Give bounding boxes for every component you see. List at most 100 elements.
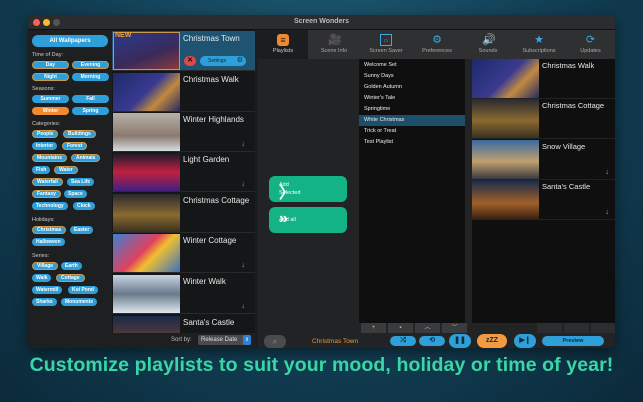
wallpaper-item[interactable]: NEW Christmas Town ✕ Settings ⚙	[112, 31, 255, 71]
tag-halloween[interactable]: Halloween	[32, 238, 65, 246]
wallpaper-item[interactable]: Christmas Walk	[112, 72, 255, 112]
tag-winter[interactable]: Winter	[32, 107, 69, 115]
wallpaper-item[interactable]: Winter Highlands ↓	[112, 112, 255, 152]
playlist-content-item[interactable]: Snow Village ↓	[472, 140, 615, 180]
tag-forest[interactable]: Forest	[62, 142, 88, 150]
tag-animals[interactable]: Animals	[71, 154, 101, 162]
tag-space[interactable]: Space	[64, 190, 87, 198]
tag-village[interactable]: Village	[32, 262, 59, 270]
tab-subscriptions[interactable]: ★ Subscriptions	[513, 30, 565, 59]
download-icon[interactable]: ↓	[605, 207, 609, 216]
wallpaper-title: Christmas Walk	[183, 75, 239, 84]
add-playlist-button[interactable]: +	[361, 323, 386, 333]
playlist-item[interactable]: Winter's Tale	[359, 93, 465, 104]
tag-spring[interactable]: Spring	[72, 107, 109, 115]
tag-evening[interactable]: Evening	[72, 61, 109, 69]
download-icon[interactable]: ↓	[241, 301, 245, 310]
sleep-button[interactable]: zZZ	[477, 334, 507, 348]
tab-scene-info[interactable]: 🎥 Scene Info	[308, 30, 360, 59]
playlist-item[interactable]: Springtime	[359, 104, 465, 115]
wallpaper-title: Light Garden	[183, 155, 230, 164]
tag-interior[interactable]: Interior	[32, 142, 58, 150]
repeat-button[interactable]: ⟲	[419, 336, 445, 346]
tag-walk[interactable]: Walk	[32, 274, 52, 282]
tab-playlists[interactable]: ≡ Playlists	[258, 30, 308, 59]
delete-playlist-button[interactable]: ▪	[388, 323, 413, 333]
tag-christmas[interactable]: Christmas	[32, 226, 67, 234]
item-down-button[interactable]	[591, 323, 615, 333]
tag-earth[interactable]: Earth	[61, 262, 82, 270]
playlist-item[interactable]: Sunny Days	[359, 71, 465, 82]
wallpaper-item[interactable]: Santa's Castle	[112, 315, 255, 333]
move-down-button[interactable]: ﹀	[442, 323, 467, 333]
tag-buildings[interactable]: Buildings	[63, 130, 96, 138]
tab-updates[interactable]: ⟳ Updates	[568, 30, 613, 59]
tab-sounds[interactable]: 🔊 Sounds	[466, 30, 510, 59]
tag-morning[interactable]: Morning	[72, 73, 109, 81]
refresh-icon: ⟳	[585, 34, 596, 46]
content-title: Christmas Walk	[542, 61, 595, 70]
playlist-item[interactable]: Welcome Set	[359, 60, 465, 71]
skip-next-button[interactable]: ▶❙	[514, 334, 536, 348]
tag-water[interactable]: Water	[54, 166, 78, 174]
time-of-day-label: Time of Day:	[32, 52, 63, 58]
tab-label: Scene Info	[320, 48, 348, 54]
wallpaper-item[interactable]: Christmas Cottage	[112, 193, 255, 233]
double-chevron-right-icon: »	[279, 210, 288, 227]
tag-fish[interactable]: Fish	[32, 166, 51, 174]
tag-sea-life[interactable]: Sea Life	[67, 178, 95, 186]
wallpaper-item[interactable]: Light Garden ↓	[112, 152, 255, 192]
tag-sharks[interactable]: Sharks	[32, 298, 57, 306]
playlist-item-selected[interactable]: White Christmas	[359, 115, 465, 126]
pause-button[interactable]: ❚❚	[449, 334, 471, 348]
playlist-item[interactable]: Test Playlist	[359, 137, 465, 148]
sort-select[interactable]: Release Date ⇕	[198, 335, 251, 345]
remove-item-button[interactable]	[537, 323, 562, 333]
tab-preferences[interactable]: ⚙ Preferences	[412, 30, 462, 59]
app-window: Screen Wonders All Wallpapers Time of Da…	[28, 15, 615, 348]
tag-mountains[interactable]: Mountains	[32, 154, 67, 162]
tag-cottage[interactable]: Cottage	[56, 274, 85, 282]
download-icon[interactable]: ↓	[605, 167, 609, 176]
add-selected-button[interactable]: Add Selected 〉	[269, 176, 347, 202]
download-icon[interactable]: ↓	[241, 139, 245, 148]
tag-people[interactable]: People	[32, 130, 59, 138]
playlist-content-item[interactable]: Christmas Cottage	[472, 99, 615, 139]
playlist-item[interactable]: Golden Autumn	[359, 82, 465, 93]
download-icon[interactable]: ↓	[241, 179, 245, 188]
wallpaper-list: NEW Christmas Town ✕ Settings ⚙ Christmas…	[112, 30, 255, 333]
shuffle-button[interactable]: ⤮	[390, 336, 416, 346]
sort-bar: Sort by: Release Date ⇕	[112, 333, 255, 348]
wallpaper-item[interactable]: Winter Walk ↓	[112, 274, 255, 314]
tag-fantasy[interactable]: Fantasy	[32, 190, 61, 198]
window-title: Screen Wonders	[293, 18, 350, 25]
playlist-content-item[interactable]: Christmas Walk	[472, 59, 615, 99]
playlist-item[interactable]: Trick or Treat	[359, 126, 465, 137]
tab-screen-saver[interactable]: ▭ Screen Saver	[360, 30, 412, 59]
categories-label: Categories:	[32, 121, 61, 127]
add-all-button[interactable]: Add all»	[269, 207, 347, 233]
tag-monuments[interactable]: Monuments	[61, 298, 98, 306]
settings-button[interactable]: Settings ⚙	[200, 56, 246, 66]
item-up-button[interactable]	[564, 323, 589, 333]
wallpaper-item[interactable]: Winter Cottage ↓	[112, 233, 255, 273]
remove-button[interactable]: ✕	[184, 56, 196, 66]
tag-koi-pond[interactable]: Koi Pond	[68, 286, 98, 294]
zoom-search-button[interactable]: ⌕	[264, 335, 286, 348]
wallpaper-title: Winter Highlands	[183, 115, 244, 124]
playlist-content-item[interactable]: Santa's Castle ↓	[472, 180, 615, 220]
tag-clock[interactable]: Clock	[73, 202, 95, 210]
tag-day[interactable]: Day	[32, 61, 69, 69]
tag-technology[interactable]: Technology	[32, 202, 68, 210]
chevron-right-icon: 〉	[279, 185, 296, 202]
tag-watermill[interactable]: Watermill	[32, 286, 63, 294]
preview-button[interactable]: Preview	[542, 336, 604, 346]
tag-fall[interactable]: Fall	[72, 95, 109, 103]
tag-waterfall[interactable]: Waterfall	[32, 178, 63, 186]
move-up-button[interactable]: ︿	[415, 323, 440, 333]
tag-summer[interactable]: Summer	[32, 95, 69, 103]
tag-night[interactable]: Night	[32, 73, 69, 81]
tag-easter[interactable]: Easter	[70, 226, 94, 234]
download-icon[interactable]: ↓	[241, 260, 245, 269]
all-wallpapers-button[interactable]: All Wallpapers	[32, 35, 108, 47]
